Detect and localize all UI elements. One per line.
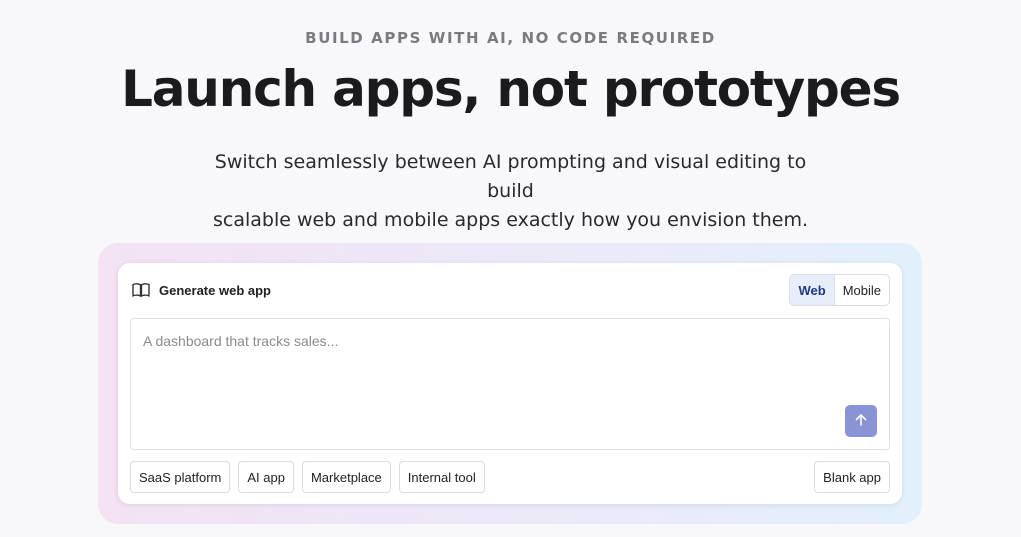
template-chip-internal-tool[interactable]: Internal tool <box>398 461 485 493</box>
page-title: Launch apps, not prototypes <box>121 60 901 118</box>
platform-toggle: Web Mobile <box>789 274 890 306</box>
prompt-input[interactable] <box>131 319 889 449</box>
send-button[interactable] <box>845 405 877 437</box>
hero-subtitle: Switch seamlessly between AI prompting a… <box>200 148 821 235</box>
subtitle-line-2: scalable web and mobile apps exactly how… <box>212 209 809 231</box>
prompt-box <box>130 318 890 450</box>
arrow-up-icon <box>854 413 868 430</box>
eyebrow-text: BUILD APPS WITH AI, NO CODE REQUIRED <box>305 29 716 47</box>
book-open-icon <box>132 282 150 298</box>
blank-app-button[interactable]: Blank app <box>814 461 890 493</box>
landing-page: BUILD APPS WITH AI, NO CODE REQUIRED Lau… <box>0 0 1021 537</box>
generate-label: Generate web app <box>159 282 271 298</box>
template-chips: SaaS platform AI app Marketplace Interna… <box>130 461 485 493</box>
subtitle-line-1: Switch seamlessly between AI prompting a… <box>214 151 807 202</box>
app-builder-card: Generate web app Web Mobile SaaS platfor… <box>118 263 902 504</box>
template-chip-saas[interactable]: SaaS platform <box>130 461 231 493</box>
toggle-web[interactable]: Web <box>790 275 835 305</box>
template-chip-ai-app[interactable]: AI app <box>238 461 294 493</box>
generate-header: Generate web app <box>132 281 271 299</box>
toggle-mobile[interactable]: Mobile <box>835 275 889 305</box>
template-chip-marketplace[interactable]: Marketplace <box>301 461 391 493</box>
